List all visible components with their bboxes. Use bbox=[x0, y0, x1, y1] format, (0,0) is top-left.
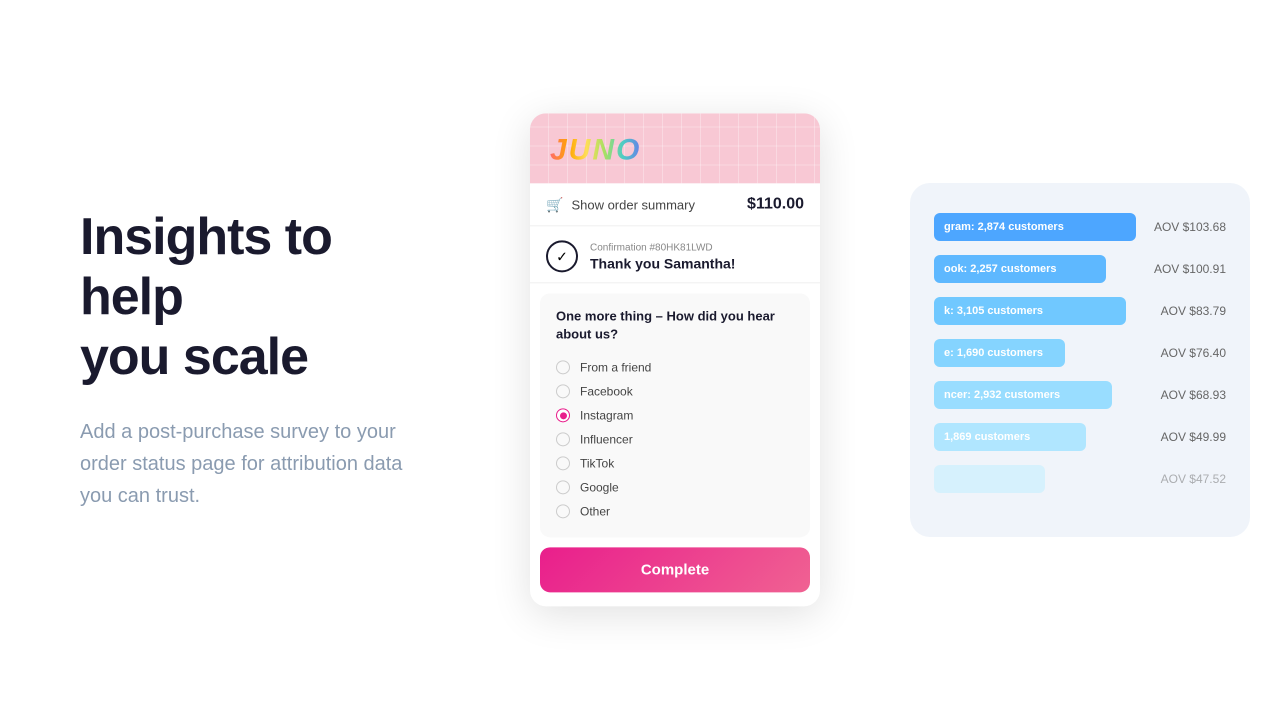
bar-row-2: ook: 2,257 customers AOV $100.91 bbox=[934, 255, 1226, 283]
bar-row-7: AOV $47.52 bbox=[934, 465, 1226, 493]
radio-tiktok[interactable] bbox=[556, 457, 570, 471]
bar-row-4: e: 1,690 customers AOV $76.40 bbox=[934, 339, 1226, 367]
bar-5: ncer: 2,932 customers bbox=[934, 381, 1112, 409]
bar-label-4: e: 1,690 customers bbox=[944, 347, 1043, 359]
bar-row-5: ncer: 2,932 customers AOV $68.93 bbox=[934, 381, 1226, 409]
bar-label-6: 1,869 customers bbox=[944, 431, 1030, 443]
option-instagram[interactable]: Instagram bbox=[556, 404, 794, 428]
option-tiktok[interactable]: TikTok bbox=[556, 452, 794, 476]
option-google[interactable]: Google bbox=[556, 476, 794, 500]
radio-instagram[interactable] bbox=[556, 409, 570, 423]
order-summary-left[interactable]: 🛒 Show order summary bbox=[546, 196, 695, 213]
left-section: Insights to help you scale Add a post-pu… bbox=[0, 148, 520, 571]
bar-1: gram: 2,874 customers bbox=[934, 213, 1136, 241]
aov-2: AOV $100.91 bbox=[1146, 262, 1226, 276]
order-price: $110.00 bbox=[747, 195, 804, 213]
option-label-tiktok: TikTok bbox=[580, 457, 614, 471]
bar-container-7 bbox=[934, 465, 1136, 493]
bar-label-2: ook: 2,257 customers bbox=[944, 263, 1057, 275]
option-label-from-a-friend: From a friend bbox=[580, 361, 651, 375]
option-label-google: Google bbox=[580, 481, 619, 495]
radio-other[interactable] bbox=[556, 505, 570, 519]
option-label-facebook: Facebook bbox=[580, 385, 633, 399]
analytics-card: gram: 2,874 customers AOV $103.68 ook: 2… bbox=[910, 183, 1250, 537]
confirmation-text-block: Confirmation #80HK81LWD Thank you Samant… bbox=[590, 242, 735, 271]
radio-influencer[interactable] bbox=[556, 433, 570, 447]
radio-from-a-friend[interactable] bbox=[556, 361, 570, 375]
bar-container-3: k: 3,105 customers bbox=[934, 297, 1136, 325]
card-header: JUNO bbox=[530, 113, 820, 183]
confirmation-section: ✓ Confirmation #80HK81LWD Thank you Sama… bbox=[530, 226, 820, 283]
option-facebook[interactable]: Facebook bbox=[556, 380, 794, 404]
bar-3: k: 3,105 customers bbox=[934, 297, 1126, 325]
show-order-label: Show order summary bbox=[571, 197, 695, 212]
order-summary-row: 🛒 Show order summary $110.00 bbox=[530, 183, 820, 226]
survey-section: One more thing – How did you hear about … bbox=[540, 293, 810, 537]
bar-label-3: k: 3,105 customers bbox=[944, 305, 1043, 317]
aov-7: AOV $47.52 bbox=[1146, 472, 1226, 486]
order-card: JUNO 🛒 Show order summary $110.00 ✓ Conf… bbox=[530, 113, 820, 606]
radio-google[interactable] bbox=[556, 481, 570, 495]
thank-you-text: Thank you Samantha! bbox=[590, 255, 735, 271]
bar-row-3: k: 3,105 customers AOV $83.79 bbox=[934, 297, 1226, 325]
bar-container-6: 1,869 customers bbox=[934, 423, 1136, 451]
heading-line1: Insights to help bbox=[80, 208, 332, 326]
right-section: gram: 2,874 customers AOV $103.68 ook: 2… bbox=[520, 0, 1280, 720]
cart-icon: 🛒 bbox=[546, 196, 563, 213]
bar-row: gram: 2,874 customers AOV $103.68 bbox=[934, 213, 1226, 241]
sub-heading: Add a post-purchase survey to your order… bbox=[80, 416, 440, 512]
bar-label-5: ncer: 2,932 customers bbox=[944, 389, 1060, 401]
bar-7 bbox=[934, 465, 1045, 493]
option-influencer[interactable]: Influencer bbox=[556, 428, 794, 452]
bar-6: 1,869 customers bbox=[934, 423, 1086, 451]
option-label-instagram: Instagram bbox=[580, 409, 633, 423]
aov-5: AOV $68.93 bbox=[1146, 388, 1226, 402]
option-label-other: Other bbox=[580, 505, 610, 519]
aov-1: AOV $103.68 bbox=[1146, 220, 1226, 234]
bar-container-1: gram: 2,874 customers bbox=[934, 213, 1136, 241]
survey-question: One more thing – How did you hear about … bbox=[556, 307, 794, 343]
option-label-influencer: Influencer bbox=[580, 433, 633, 447]
bar-2: ook: 2,257 customers bbox=[934, 255, 1106, 283]
option-from-a-friend[interactable]: From a friend bbox=[556, 356, 794, 380]
bar-row-6: 1,869 customers AOV $49.99 bbox=[934, 423, 1226, 451]
aov-6: AOV $49.99 bbox=[1146, 430, 1226, 444]
main-heading: Insights to help you scale bbox=[80, 208, 440, 387]
bar-container-2: ook: 2,257 customers bbox=[934, 255, 1136, 283]
juno-logo: JUNO bbox=[550, 133, 641, 167]
bar-label-1: gram: 2,874 customers bbox=[944, 221, 1064, 233]
confirmation-number: Confirmation #80HK81LWD bbox=[590, 242, 735, 253]
bar-container-5: ncer: 2,932 customers bbox=[934, 381, 1136, 409]
bar-container-4: e: 1,690 customers bbox=[934, 339, 1136, 367]
complete-button[interactable]: Complete bbox=[540, 548, 810, 593]
option-other[interactable]: Other bbox=[556, 500, 794, 524]
aov-3: AOV $83.79 bbox=[1146, 304, 1226, 318]
heading-line2: you scale bbox=[80, 328, 308, 386]
check-circle-icon: ✓ bbox=[546, 240, 578, 272]
aov-4: AOV $76.40 bbox=[1146, 346, 1226, 360]
radio-facebook[interactable] bbox=[556, 385, 570, 399]
bar-4: e: 1,690 customers bbox=[934, 339, 1065, 367]
